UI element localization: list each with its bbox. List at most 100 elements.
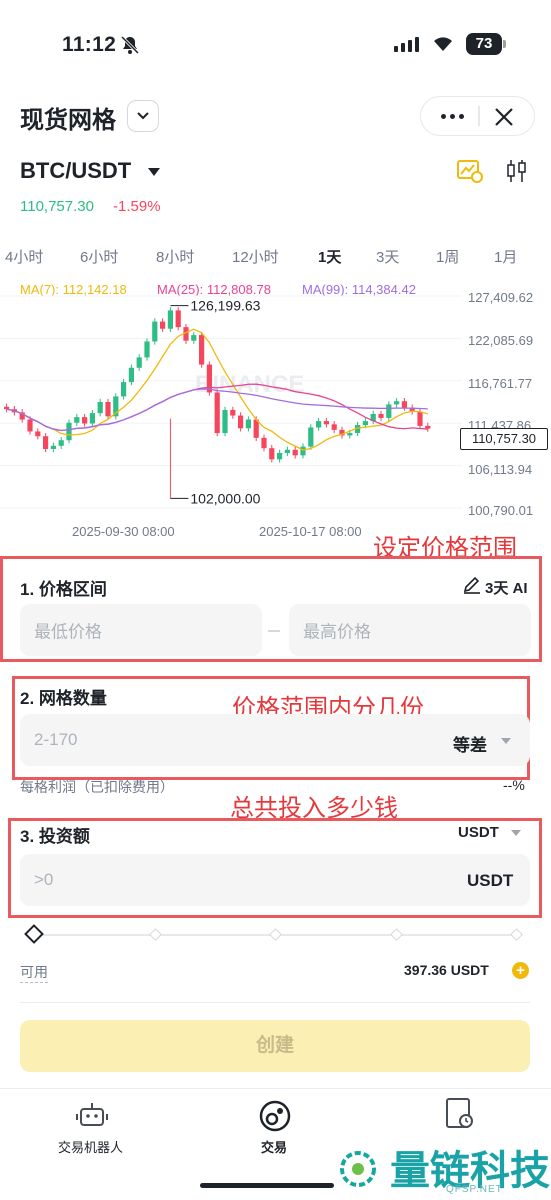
candle-body xyxy=(160,321,166,329)
price-range-label: 1. 价格区间 xyxy=(20,580,107,599)
candle-body xyxy=(292,449,298,456)
candle-body xyxy=(261,437,267,449)
grid-count-placeholder: 2-170 xyxy=(34,730,78,749)
available-label: 可用 xyxy=(20,962,48,983)
slider-step-50[interactable] xyxy=(269,928,282,941)
nav-trade-label: 交易 xyxy=(261,1140,288,1155)
candlestick-chart[interactable]: BINANCE 126,199.63102,000.00 xyxy=(0,286,551,526)
tab-1w[interactable]: 1周 xyxy=(436,246,459,267)
candle-body xyxy=(82,417,88,424)
watermark-site: QFSP.NET xyxy=(446,1184,503,1195)
ai-range-button[interactable]: 3天 AI xyxy=(485,577,528,598)
slider-step-25[interactable] xyxy=(149,928,162,941)
candle-body xyxy=(316,421,322,428)
caret-down-icon[interactable] xyxy=(147,167,161,177)
candle-body xyxy=(238,415,244,429)
candle-body xyxy=(121,382,127,397)
tab-8h[interactable]: 8小时 xyxy=(156,246,194,267)
min-price-input[interactable]: 最低价格 xyxy=(20,604,262,656)
pencil-icon[interactable] xyxy=(462,576,482,594)
wifi-icon xyxy=(434,37,452,51)
investment-input[interactable]: >0 xyxy=(20,854,530,906)
header-action-pill xyxy=(420,96,535,136)
grid-mode-select[interactable]: 等差 xyxy=(453,731,487,756)
candle-body xyxy=(300,446,306,456)
y-tick-3: 116,761.77 xyxy=(468,376,533,391)
nav-bot-label: 交易机器人 xyxy=(58,1140,124,1155)
candle-body xyxy=(4,406,10,410)
candle-body xyxy=(136,357,142,368)
slider-step-100[interactable] xyxy=(510,928,523,941)
candle-body xyxy=(386,404,392,418)
current-price-tag: 110,757.30 xyxy=(460,428,548,450)
grid-count-label: 2. 网格数量 xyxy=(20,689,107,708)
candle-body xyxy=(167,310,173,329)
candle-body xyxy=(66,422,72,441)
available-balance: 397.36 USDT xyxy=(404,962,489,978)
candle-body xyxy=(74,417,80,423)
low-price-label: 102,000.00 xyxy=(190,490,260,506)
strategy-dropdown-button[interactable] xyxy=(127,100,159,132)
slider-step-75[interactable] xyxy=(390,928,403,941)
trading-pair[interactable]: BTC/USDT xyxy=(20,158,131,184)
more-options-button[interactable] xyxy=(435,105,469,127)
create-button[interactable]: 创建 xyxy=(20,1020,530,1072)
candle-body xyxy=(27,419,33,432)
candle-body xyxy=(331,424,337,430)
tab-1m[interactable]: 1月 xyxy=(494,246,517,267)
qfsp-logo-icon xyxy=(340,1151,376,1187)
candle-body xyxy=(89,413,95,424)
candle-body xyxy=(378,413,384,418)
x-tick-2: 2025-10-17 08:00 xyxy=(259,524,362,539)
tab-12h[interactable]: 12小时 xyxy=(232,246,279,267)
tab-6h[interactable]: 6小时 xyxy=(80,246,118,267)
range-dash xyxy=(268,630,280,632)
investment-label: 3. 投资额 xyxy=(20,827,90,846)
y-tick-6: 100,790.01 xyxy=(468,503,534,518)
candle-body xyxy=(362,421,368,426)
investment-placeholder: >0 xyxy=(34,870,54,889)
nav-trade[interactable]: 交易 xyxy=(240,1089,310,1169)
mute-bell-icon xyxy=(120,35,140,55)
tab-4h[interactable]: 4小时 xyxy=(5,246,43,267)
candlestick-icon[interactable] xyxy=(505,158,529,184)
close-icon[interactable] xyxy=(491,104,517,130)
candle-body xyxy=(35,431,41,437)
page-title: 现货网格 xyxy=(20,107,116,134)
divider xyxy=(20,1002,530,1003)
battery-indicator: 73 xyxy=(466,33,502,55)
home-indicator xyxy=(200,1183,334,1188)
chart-settings-icon[interactable] xyxy=(456,158,484,184)
candle-body xyxy=(417,411,423,426)
candle-body xyxy=(425,425,431,429)
candle-body xyxy=(347,433,353,436)
candle-body xyxy=(128,367,134,383)
candle-body xyxy=(401,401,407,408)
candle-body xyxy=(206,364,212,393)
candle-body xyxy=(199,335,205,365)
candle-body xyxy=(58,440,64,446)
tab-3d[interactable]: 3天 xyxy=(376,246,399,267)
add-funds-icon[interactable]: + xyxy=(512,962,529,979)
candle-body xyxy=(277,452,283,460)
y-tick-5: 106,113.94 xyxy=(468,462,533,477)
candle-body xyxy=(269,448,275,460)
caret-down-icon[interactable] xyxy=(500,737,512,745)
nav-trading-bot[interactable]: 交易机器人 xyxy=(50,1089,140,1169)
candle-body xyxy=(191,335,197,341)
investment-unit: USDT xyxy=(467,871,514,890)
caret-down-icon[interactable] xyxy=(510,829,522,837)
tab-1d[interactable]: 1天 xyxy=(318,246,341,267)
high-price-label: 126,199.63 xyxy=(190,298,260,314)
max-price-input[interactable]: 最高价格 xyxy=(289,604,531,656)
trade-icon xyxy=(259,1100,291,1132)
order-history-icon xyxy=(446,1098,473,1128)
candle-body xyxy=(323,421,329,425)
pill-divider xyxy=(478,106,480,126)
candle-body xyxy=(284,449,290,453)
profit-per-grid-label: 每格利润（已扣除费用） xyxy=(20,779,174,795)
robot-icon xyxy=(76,1103,108,1126)
candle-body xyxy=(245,419,251,429)
currency-select[interactable]: USDT xyxy=(458,824,499,841)
amount-slider-handle[interactable] xyxy=(24,924,44,944)
